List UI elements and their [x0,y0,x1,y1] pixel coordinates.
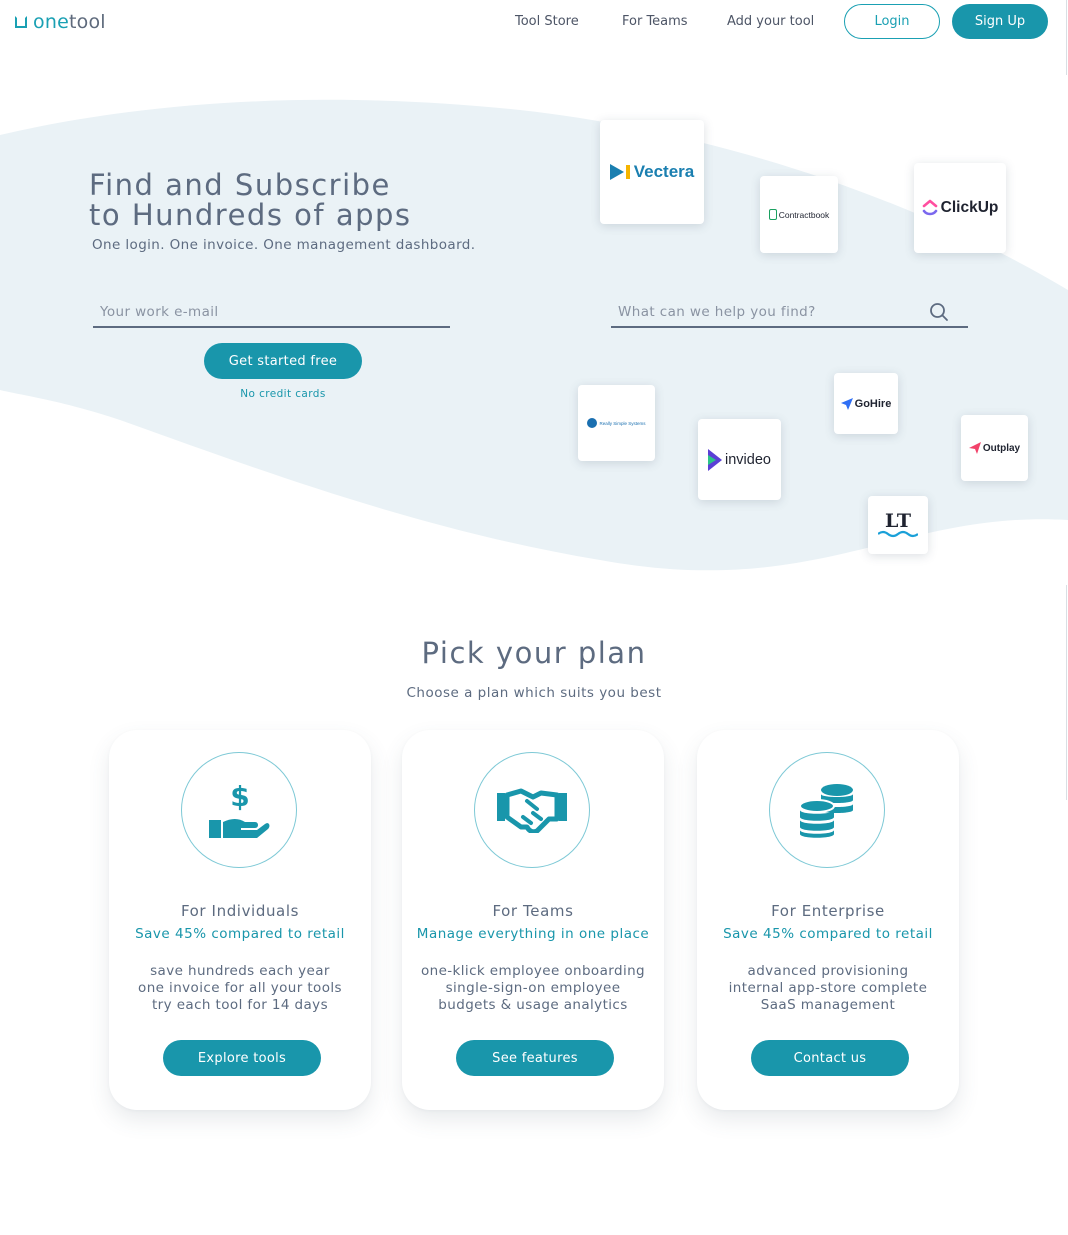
search-input[interactable] [611,298,968,328]
plan-feature: advanced provisioning [747,963,909,979]
app-name: Contractbook [778,209,830,220]
hero-title-line1: Find and Subscribe [89,168,391,202]
plan-icon-circle [769,752,885,868]
plan-tagline: Save 45% compared to retail [723,926,933,942]
lt-wave-icon [878,530,918,538]
plan-name: For Teams [492,902,574,920]
plan-features: save hundreds each year one invoice for … [109,963,371,1014]
svg-text:$: $ [230,780,249,813]
app-card-gohire[interactable]: GoHire [834,373,898,434]
plan-icon-circle: $ [181,752,297,868]
app-name: Vectera [633,162,695,181]
app-card-contractbook[interactable]: Contractbook [760,176,838,253]
plan-feature: SaaS management [760,997,896,1013]
nav-for-teams[interactable]: For Teams [622,14,688,29]
app-name: invideo [725,451,771,468]
brand-logo[interactable]: onetool [15,10,106,34]
plan-name: For Individuals [180,902,300,920]
hero-subtitle: One login. One invoice. One management d… [92,237,476,253]
plans-title: Pick your plan [421,636,647,670]
contractbook-logo-icon [768,209,777,220]
plan-tagline: Save 45% compared to retail [135,926,345,942]
plan-name: For Enterprise [771,902,885,920]
hero-title: Find and Subscribe to Hundreds of apps [89,170,559,230]
nav-add-tool[interactable]: Add your tool [727,14,814,29]
plan-card-teams: For Teams Manage everything in one place… [402,730,664,1110]
email-field[interactable] [93,298,450,328]
app-name: Really Simple Systems [599,420,646,426]
invideo-logo-icon [708,448,723,471]
plan-card-individuals: $ For Individuals Save 45% compared to r… [109,730,371,1110]
signup-button[interactable]: Sign Up [952,4,1048,39]
search-icon[interactable] [929,302,949,322]
plan-feature: one invoice for all your tools [138,980,342,996]
app-name: Outplay [982,442,1021,454]
plan-feature: save hundreds each year [150,963,330,979]
contact-us-button[interactable]: Contact us [751,1040,909,1076]
plan-feature: one-klick employee onboarding [420,963,646,979]
vectera-logo-icon [609,164,624,180]
login-button[interactable]: Login [844,4,940,39]
app-name: LT [885,510,911,532]
app-card-really-simple-systems[interactable]: Really Simple Systems [578,385,655,461]
rss-logo-icon [587,418,598,428]
plan-feature: internal app-store complete [728,980,928,996]
app-name: GoHire [854,397,892,410]
app-card-outplay[interactable]: Outplay [961,415,1028,481]
coins-icon [799,784,853,838]
logo-mark-icon [15,16,27,28]
plan-features: one-klick employee onboarding single-sig… [402,963,664,1014]
app-name: ClickUp [940,199,999,216]
app-card-invideo[interactable]: invideo [698,419,781,500]
brand-name: onetool [33,11,106,33]
plans-subtitle: Choose a plan which suits you best [406,685,662,701]
app-card-lt[interactable]: LT [868,496,928,554]
hero-title-line2: to Hundreds of apps [89,198,412,232]
see-features-button[interactable]: See features [456,1040,614,1076]
clickup-logo-icon [922,199,937,216]
plan-features: advanced provisioning internal app-store… [697,963,959,1014]
vectera-logo-icon-accent [625,165,630,179]
plan-feature: budgets & usage analytics [438,997,628,1013]
scroll-edge [1066,0,1067,75]
plan-card-enterprise: For Enterprise Save 45% compared to reta… [697,730,959,1110]
app-card-clickup[interactable]: ClickUp [914,163,1006,253]
app-card-vectera[interactable]: Vectera [600,120,704,224]
outplay-logo-icon [968,442,981,454]
no-credit-card-note: No credit cards [240,388,326,400]
hand-dollar-icon: $ [209,780,270,838]
plan-feature: single-sign-on employee [445,980,621,996]
get-started-button[interactable]: Get started free [204,343,362,379]
handshake-icon [497,788,567,833]
plan-feature: try each tool for 14 days [151,997,328,1013]
explore-tools-button[interactable]: Explore tools [163,1040,321,1076]
nav-tool-store[interactable]: Tool Store [515,14,579,29]
plan-icon-circle [474,752,590,868]
plan-tagline: Manage everything in one place [416,926,650,942]
gohire-logo-icon [840,397,853,410]
